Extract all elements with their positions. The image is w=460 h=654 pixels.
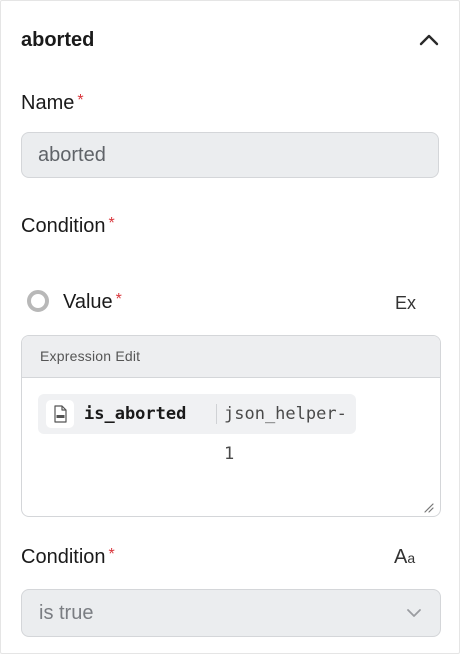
expression-mode-toggle[interactable]: Ex <box>395 292 416 314</box>
json-file-icon <box>46 400 74 428</box>
name-input[interactable]: aborted <box>21 132 439 178</box>
condition-select-label-text: Condition <box>21 546 106 568</box>
resize-handle-icon[interactable] <box>424 500 434 513</box>
name-label-text: Name <box>21 92 75 114</box>
name-label: Name * <box>21 91 84 115</box>
expression-editor-header: Expression Edit <box>22 336 440 378</box>
required-mark: * <box>77 92 84 109</box>
condition-select[interactable]: is true <box>21 589 441 637</box>
value-label-text: Value <box>63 291 113 313</box>
value-radio[interactable] <box>27 290 49 312</box>
expression-token[interactable]: is_aborted json_helper-1 <box>38 394 356 464</box>
token-source: json_helper-1 <box>224 404 347 464</box>
required-mark: * <box>108 546 115 563</box>
required-mark: * <box>108 215 115 232</box>
section-header[interactable]: aborted <box>21 28 441 52</box>
condition-panel: aborted Name * aborted Condition * Value * … <box>0 0 460 654</box>
section-title: aborted <box>21 29 95 51</box>
text-mode-toggle[interactable]: Aa <box>394 545 415 570</box>
value-label: Value * <box>63 290 122 314</box>
token-divider <box>216 404 217 424</box>
expression-editor[interactable]: Expression Edit is_aborted json_helper-1 <box>21 335 441 517</box>
condition-label: Condition * <box>21 214 115 238</box>
condition-select-label: Condition * <box>21 545 115 569</box>
required-mark: * <box>115 291 122 308</box>
condition-select-value: is true <box>39 602 94 624</box>
token-name: is_aborted <box>84 404 187 424</box>
chevron-down-icon <box>406 605 422 621</box>
chevron-up-icon[interactable] <box>417 28 441 52</box>
text-mode-toggle-small: a <box>407 550 416 566</box>
condition-label-text: Condition <box>21 215 106 237</box>
text-mode-toggle-big: A <box>394 546 408 568</box>
